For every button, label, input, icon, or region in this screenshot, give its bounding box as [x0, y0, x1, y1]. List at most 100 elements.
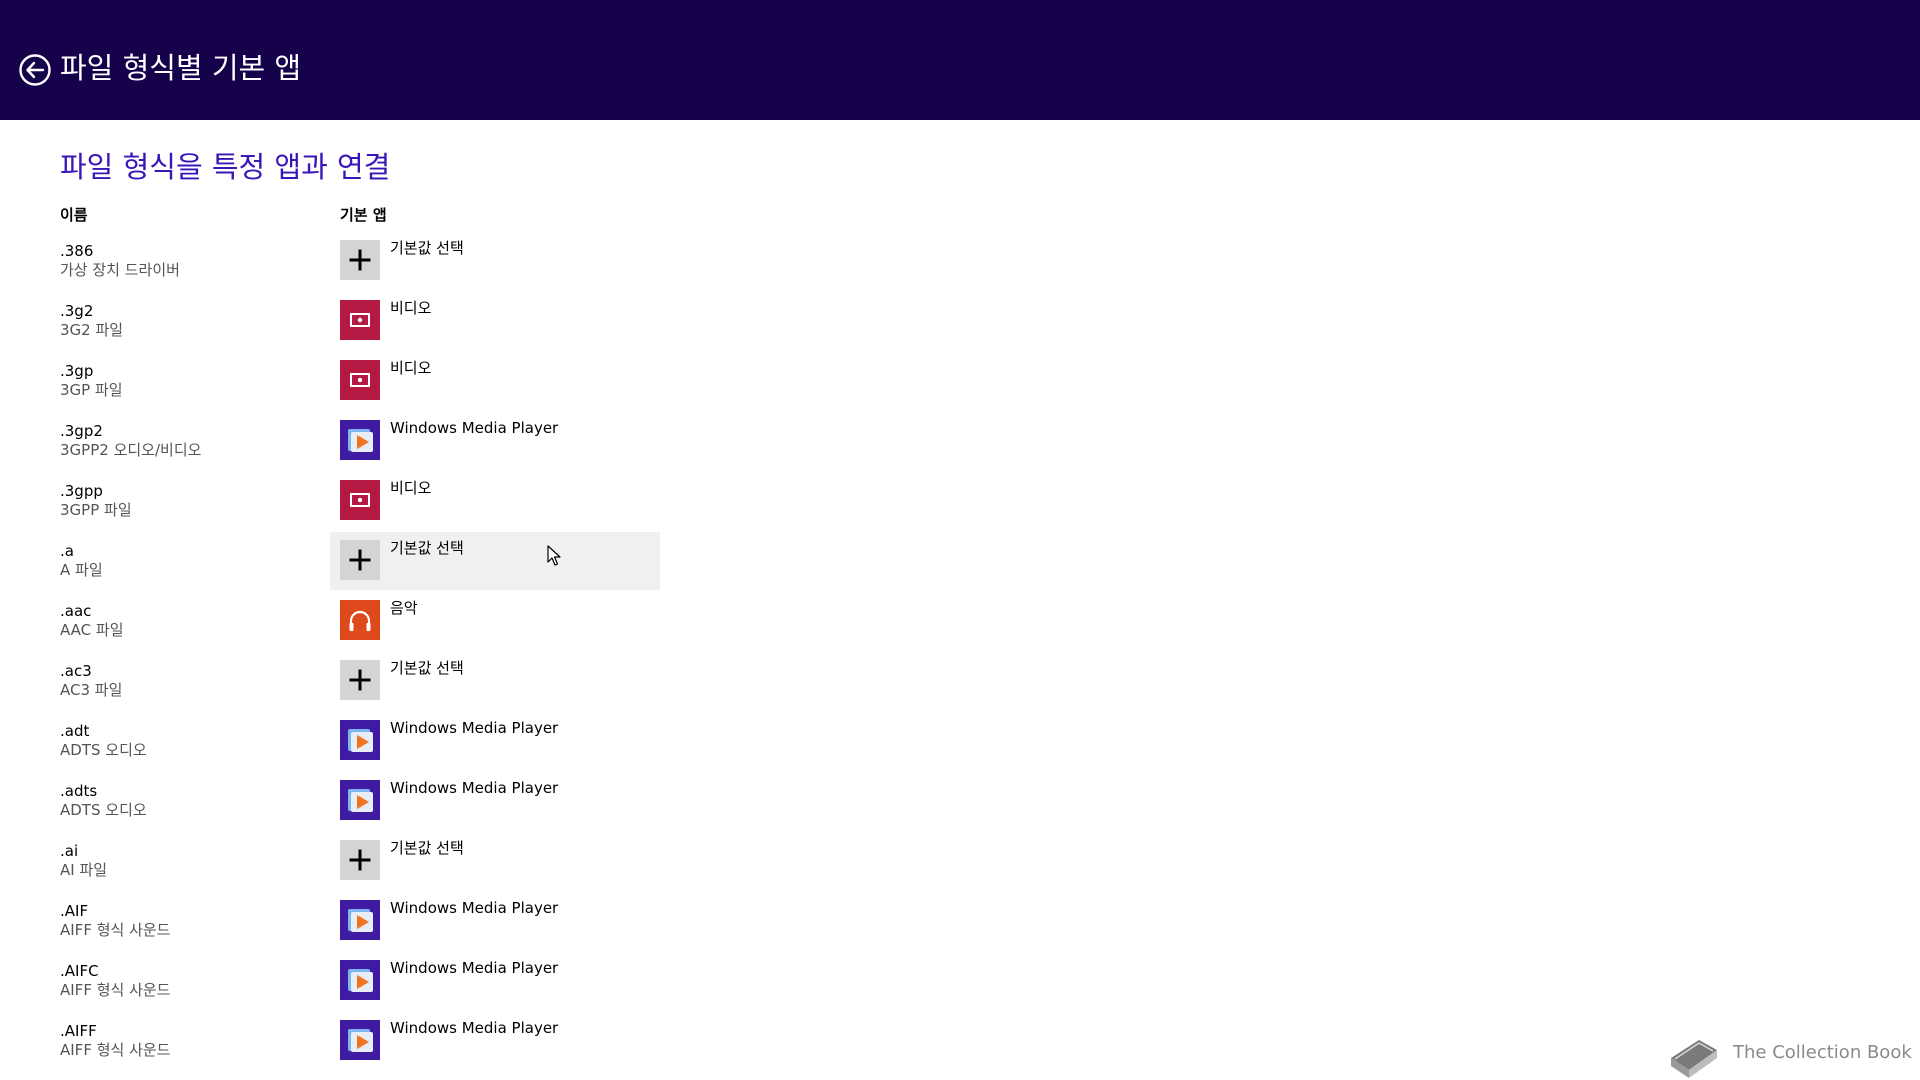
back-button[interactable] [18, 53, 52, 87]
default-app-button[interactable]: Windows Media Player [330, 412, 660, 470]
video-app-icon [350, 313, 370, 327]
default-app-button[interactable]: 음악 [330, 592, 660, 650]
default-app-button[interactable]: Windows Media Player [330, 892, 660, 950]
app-name: 음악 [390, 599, 418, 617]
choose-default-app-button[interactable]: 기본값 선택 [330, 832, 660, 890]
app-tile [340, 720, 380, 760]
file-extension: .ac3 [60, 662, 92, 680]
file-extension: .a [60, 542, 74, 560]
file-type-row: .386 가상 장치 드라이버 기본값 선택 [0, 239, 1920, 300]
file-type-description: ADTS 오디오 [60, 801, 147, 819]
windows-media-player-icon [348, 789, 373, 812]
file-type-row: .ai AI 파일 기본값 선택 [0, 839, 1920, 900]
app-name: Windows Media Player [390, 779, 559, 797]
file-type-description: AIFF 형식 사운드 [60, 981, 171, 999]
page-title: 파일 형식별 기본 앱 [60, 51, 302, 85]
file-extension: .386 [60, 242, 94, 260]
file-extension: .AIFC [60, 962, 99, 980]
app-tile [340, 1020, 380, 1060]
file-type-row: .ac3 AC3 파일 기본값 선택 [0, 659, 1920, 720]
file-type-description: 3GPP2 오디오/비디오 [60, 441, 202, 459]
file-type-row: .AIFF AIFF 형식 사운드 Windows Media Player [0, 1019, 1920, 1080]
app-tile [340, 600, 380, 640]
app-name: Windows Media Player [390, 719, 559, 737]
file-extension: .3gp [60, 362, 94, 380]
windows-media-player-icon [348, 969, 373, 992]
app-tile [340, 360, 380, 400]
default-app-button[interactable]: Windows Media Player [330, 712, 660, 770]
file-type-description: AAC 파일 [60, 621, 124, 639]
file-extension: .adts [60, 782, 98, 800]
file-type-row: .3g2 3G2 파일 비디오 [0, 299, 1920, 360]
file-type-row: .AIF AIFF 형식 사운드 Windows Media Player [0, 899, 1920, 960]
file-extension: .adt [60, 722, 90, 740]
choose-default-app-button[interactable]: 기본값 선택 [330, 652, 660, 710]
file-type-list: .386 가상 장치 드라이버 기본값 선택 .3g2 3G2 파일 비디오 .3gp 3GP… [0, 239, 1920, 1080]
app-tile [340, 480, 380, 520]
file-type-description: AIFF 형식 사운드 [60, 1041, 171, 1059]
file-type-description: 3GPP 파일 [60, 501, 132, 519]
file-type-row: .adt ADTS 오디오 Windows Media Player [0, 719, 1920, 780]
windows-media-player-icon [348, 429, 373, 452]
app-header: 파일 형식별 기본 앱 [0, 0, 1920, 120]
file-extension: .aac [60, 602, 92, 620]
app-name: 기본값 선택 [390, 239, 464, 257]
file-type-description: A 파일 [60, 561, 103, 579]
file-type-row: .adts ADTS 오디오 Windows Media Player [0, 779, 1920, 840]
plus-icon [349, 849, 371, 871]
file-type-description: ADTS 오디오 [60, 741, 147, 759]
book-icon [1671, 1040, 1717, 1078]
file-type-description: 가상 장치 드라이버 [60, 261, 180, 279]
app-tile [340, 960, 380, 1000]
file-type-description: AIFF 형식 사운드 [60, 921, 171, 939]
watermark: The Collection Book [1665, 1028, 1912, 1080]
default-app-button[interactable]: 비디오 [330, 292, 660, 350]
app-name: Windows Media Player [390, 899, 559, 917]
file-type-row: .AIFC AIFF 형식 사운드 Windows Media Player [0, 959, 1920, 1020]
watermark-text: The Collection Book [1733, 1042, 1912, 1063]
default-app-button[interactable]: Windows Media Player [330, 1012, 660, 1070]
file-type-description: 3GP 파일 [60, 381, 123, 399]
section-title: 파일 형식을 특정 앱과 연결 [60, 150, 391, 184]
app-name: Windows Media Player [390, 959, 559, 977]
app-name: Windows Media Player [390, 419, 559, 437]
windows-media-player-icon [348, 909, 373, 932]
file-extension: .3gpp [60, 482, 103, 500]
file-type-description: AI 파일 [60, 861, 108, 879]
windows-media-player-icon [348, 729, 373, 752]
file-extension: .AIFF [60, 1022, 97, 1040]
default-app-button[interactable]: 비디오 [330, 472, 660, 530]
choose-default-app-button[interactable]: 기본값 선택 [330, 532, 660, 590]
file-type-row: .3gpp 3GPP 파일 비디오 [0, 479, 1920, 540]
app-name: 기본값 선택 [390, 839, 464, 857]
video-app-icon [350, 493, 370, 507]
app-tile [340, 300, 380, 340]
choose-default-app-button[interactable]: 기본값 선택 [330, 232, 660, 290]
default-app-button[interactable]: Windows Media Player [330, 952, 660, 1010]
app-name: 기본값 선택 [390, 659, 464, 677]
file-extension: .3g2 [60, 302, 94, 320]
file-type-row: .3gp 3GP 파일 비디오 [0, 359, 1920, 420]
column-header-default-app: 기본 앱 [340, 206, 387, 224]
default-app-button[interactable]: 비디오 [330, 352, 660, 410]
app-tile [340, 840, 380, 880]
app-tile [340, 900, 380, 940]
file-type-row: .3gp2 3GPP2 오디오/비디오 Windows Media Player [0, 419, 1920, 480]
app-name: 기본값 선택 [390, 539, 464, 557]
plus-icon [349, 249, 371, 271]
app-tile [340, 420, 380, 460]
file-type-row: .a A 파일 기본값 선택 [0, 532, 1920, 600]
mouse-cursor-icon [547, 545, 561, 566]
file-type-description: AC3 파일 [60, 681, 123, 699]
app-name: Windows Media Player [390, 1019, 559, 1037]
app-name: 비디오 [390, 299, 432, 317]
headphones-icon [349, 610, 371, 631]
file-extension: .AIF [60, 902, 89, 920]
plus-icon [349, 669, 371, 691]
plus-icon [349, 549, 371, 571]
windows-media-player-icon [348, 1029, 373, 1052]
back-arrow-circle-icon [19, 54, 51, 86]
app-tile [340, 240, 380, 280]
app-name: 비디오 [390, 359, 432, 377]
default-app-button[interactable]: Windows Media Player [330, 772, 660, 830]
